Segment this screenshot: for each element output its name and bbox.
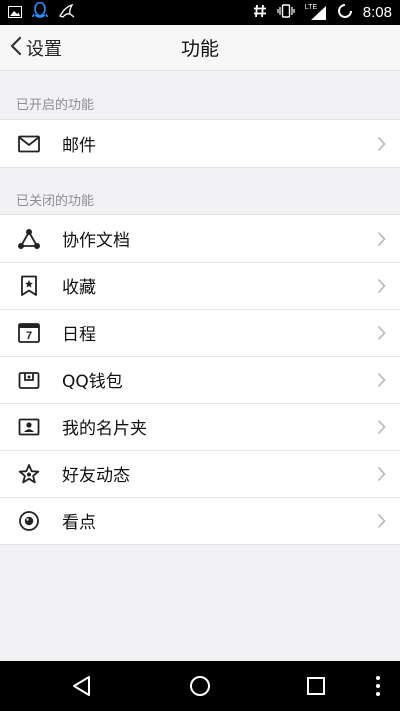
calendar-day: 7 <box>25 329 33 342</box>
status-left-icons <box>8 1 76 24</box>
collab-doc-icon <box>16 226 42 252</box>
bird-icon <box>58 3 76 23</box>
section-label-disabled: 已关闭的功能 <box>16 194 95 209</box>
feature-label: 协作文档 <box>62 231 130 251</box>
chevron-right-icon <box>377 262 386 309</box>
card-holder-icon <box>16 414 42 440</box>
star-icon <box>16 461 42 487</box>
eye-icon <box>16 508 42 534</box>
chevron-right-icon <box>377 309 386 356</box>
feature-row-card-holder[interactable]: 我的名片夹 <box>0 403 400 450</box>
status-bar: LTE 8:08 <box>0 0 400 25</box>
chevron-right-icon <box>377 450 386 497</box>
back-label: 设置 <box>26 39 62 60</box>
status-right-icons: LTE 8:08 <box>253 3 392 23</box>
lte-signal-icon: LTE <box>304 3 327 21</box>
chevron-left-icon <box>10 36 22 61</box>
back-triangle-icon[interactable] <box>70 674 94 698</box>
feature-label: 看点 <box>62 513 96 533</box>
status-time: 8:08 <box>362 4 392 21</box>
chevron-right-icon <box>377 403 386 450</box>
lte-label: LTE <box>304 3 318 11</box>
feature-row-calendar[interactable]: 7 日程 <box>0 309 400 356</box>
recents-square-icon[interactable] <box>306 676 326 696</box>
feature-row-mail[interactable]: 邮件 <box>0 120 400 167</box>
section-label-enabled: 已开启的功能 <box>16 98 95 113</box>
feature-label: QQ钱包 <box>62 372 123 392</box>
feature-row-wallet[interactable]: QQ钱包 <box>0 356 400 403</box>
feature-label: 我的名片夹 <box>62 419 147 439</box>
favorites-icon <box>16 273 42 299</box>
hash-icon <box>253 3 267 22</box>
feature-label: 邮件 <box>62 136 96 156</box>
feature-row-watch-point[interactable]: 看点 <box>0 497 400 544</box>
wallet-icon <box>16 367 42 393</box>
feature-row-favorites[interactable]: 收藏 <box>0 262 400 309</box>
more-dots-icon[interactable] <box>372 674 384 698</box>
system-nav-bar <box>0 661 400 711</box>
nav-header: 设置 功能 <box>0 25 400 71</box>
qq-icon <box>31 1 49 24</box>
image-icon <box>8 3 22 22</box>
feature-label: 日程 <box>62 325 96 345</box>
chevron-right-icon <box>377 120 386 167</box>
enabled-features-group: 邮件 <box>0 119 400 168</box>
calendar-icon: 7 <box>16 320 42 346</box>
chevron-right-icon <box>377 356 386 403</box>
feature-row-collab-doc[interactable]: 协作文档 <box>0 215 400 262</box>
back-button[interactable]: 设置 <box>10 25 62 71</box>
feature-row-friend-feed[interactable]: 好友动态 <box>0 450 400 497</box>
chevron-right-icon <box>377 497 386 544</box>
home-circle-icon[interactable] <box>188 674 212 698</box>
feature-label: 好友动态 <box>62 466 130 486</box>
chevron-right-icon <box>377 215 386 262</box>
disabled-features-group: 协作文档 收藏 7 日程 QQ钱包 我的名片夹 好友动态 看点 <box>0 214 400 545</box>
battery-icon <box>337 3 353 23</box>
mail-icon <box>16 131 42 157</box>
feature-label: 收藏 <box>62 278 96 298</box>
vibrate-icon <box>277 3 295 22</box>
